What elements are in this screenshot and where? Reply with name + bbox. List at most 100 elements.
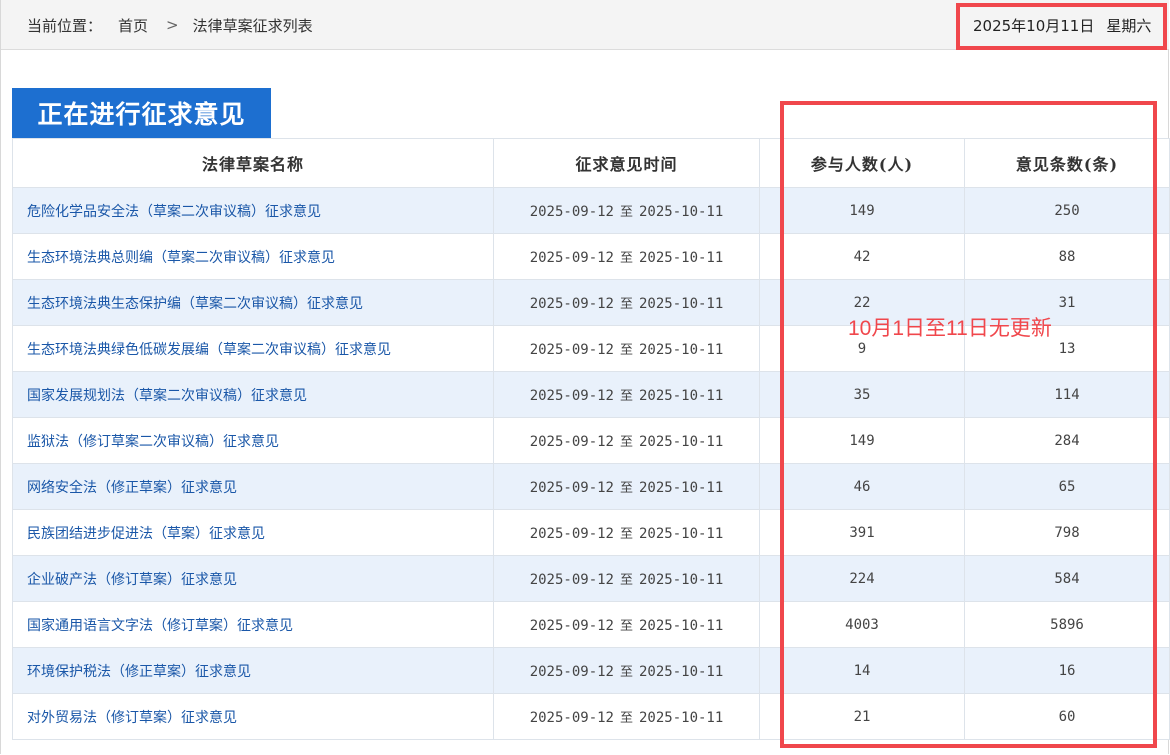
period-to: 至: [619, 389, 633, 404]
draft-law-table: 法律草案名称 征求意见时间 参与人数(人) 意见条数(条) 危险化学品安全法（草…: [12, 138, 1170, 740]
table-row: 国家通用语言文字法（修订草案）征求意见 2025-09-12 至 2025-10-11…: [12, 601, 1170, 648]
draft-link[interactable]: 环境保护税法（修正草案）征求意见: [27, 664, 251, 680]
row-name-cell: 网络安全法（修正草案）征求意见: [12, 463, 494, 510]
row-period-cell: 2025-09-12 至 2025-10-11: [493, 233, 760, 280]
breadcrumb: 当前位置： 首页 > 法律草案征求列表: [27, 0, 313, 50]
draft-link[interactable]: 生态环境法典生态保护编（草案二次审议稿）征求意见: [27, 296, 363, 312]
row-period-cell: 2025-09-12 至 2025-10-11: [493, 187, 760, 234]
period-start: 2025-09-12: [529, 434, 614, 450]
row-name-cell: 生态环境法典生态保护编（草案二次审议稿）征求意见: [12, 279, 494, 326]
table-row: 企业破产法（修订草案）征求意见 2025-09-12 至 2025-10-11 224 5…: [12, 555, 1170, 602]
header-period: 征求意见时间: [493, 138, 760, 188]
date-text: 2025年10月11日: [973, 16, 1095, 35]
period-end: 2025-10-11: [639, 204, 724, 220]
row-name-cell: 国家发展规划法（草案二次审议稿）征求意见: [12, 371, 494, 418]
row-period-cell: 2025-09-12 至 2025-10-11: [493, 601, 760, 648]
row-period-cell: 2025-09-12 至 2025-10-11: [493, 555, 760, 602]
period-end: 2025-10-11: [639, 618, 724, 634]
period-to: 至: [619, 435, 633, 450]
period-start: 2025-09-12: [529, 250, 614, 266]
period-start: 2025-09-12: [529, 710, 614, 726]
period-end: 2025-10-11: [639, 526, 724, 542]
row-people-cell: 35: [759, 371, 965, 418]
row-name-cell: 企业破产法（修订草案）征求意见: [12, 555, 494, 602]
draft-link[interactable]: 民族团结进步促进法（草案）征求意见: [27, 526, 265, 542]
period-to: 至: [619, 297, 633, 312]
draft-link[interactable]: 生态环境法典总则编（草案二次审议稿）征求意见: [27, 250, 335, 266]
period-to: 至: [619, 343, 633, 358]
period-start: 2025-09-12: [529, 618, 614, 634]
row-people-cell: 42: [759, 233, 965, 280]
draft-link[interactable]: 监狱法（修订草案二次审议稿）征求意见: [27, 434, 279, 450]
period-start: 2025-09-12: [529, 664, 614, 680]
breadcrumb-separator-icon: >: [166, 16, 179, 34]
row-opinions-cell: 584: [964, 555, 1170, 602]
period-start: 2025-09-12: [529, 296, 614, 312]
period-end: 2025-10-11: [639, 664, 724, 680]
period-to: 至: [619, 481, 633, 496]
row-opinions-cell: 65: [964, 463, 1170, 510]
current-date: 2025年10月11日 星期六: [973, 0, 1151, 50]
period-to: 至: [619, 711, 633, 726]
top-bar: 当前位置： 首页 > 法律草案征求列表 2025年10月11日 星期六: [1, 0, 1169, 50]
period-start: 2025-09-12: [529, 480, 614, 496]
row-name-cell: 危险化学品安全法（草案二次审议稿）征求意见: [12, 187, 494, 234]
draft-link[interactable]: 国家发展规划法（草案二次审议稿）征求意见: [27, 388, 307, 404]
row-opinions-cell: 250: [964, 187, 1170, 234]
row-period-cell: 2025-09-12 至 2025-10-11: [493, 279, 760, 326]
draft-link[interactable]: 国家通用语言文字法（修订草案）征求意见: [27, 618, 293, 634]
breadcrumb-home-link[interactable]: 首页: [118, 15, 148, 36]
period-to: 至: [619, 665, 633, 680]
draft-link[interactable]: 网络安全法（修正草案）征求意见: [27, 480, 237, 496]
row-opinions-cell: 798: [964, 509, 1170, 556]
row-period-cell: 2025-09-12 至 2025-10-11: [493, 463, 760, 510]
draft-link[interactable]: 危险化学品安全法（草案二次审议稿）征求意见: [27, 204, 321, 220]
row-people-cell: 391: [759, 509, 965, 556]
period-start: 2025-09-12: [529, 204, 614, 220]
row-opinions-cell: 284: [964, 417, 1170, 464]
row-name-cell: 对外贸易法（修订草案）征求意见: [12, 693, 494, 740]
breadcrumb-current: 法律草案征求列表: [192, 16, 313, 35]
table-row: 网络安全法（修正草案）征求意见 2025-09-12 至 2025-10-11 46 65: [12, 463, 1170, 510]
period-start: 2025-09-12: [529, 342, 614, 358]
row-people-cell: 46: [759, 463, 965, 510]
period-end: 2025-10-11: [639, 342, 724, 358]
table-row: 国家发展规划法（草案二次审议稿）征求意见 2025-09-12 至 2025-10-1…: [12, 371, 1170, 418]
row-opinions-cell: 60: [964, 693, 1170, 740]
row-people-cell: 14: [759, 647, 965, 694]
row-people-cell: 224: [759, 555, 965, 602]
table-row: 环境保护税法（修正草案）征求意见 2025-09-12 至 2025-10-11 14 1…: [12, 647, 1170, 694]
period-start: 2025-09-12: [529, 526, 614, 542]
row-people-cell: 149: [759, 417, 965, 464]
period-to: 至: [619, 205, 633, 220]
table-row: 生态环境法典总则编（草案二次审议稿）征求意见 2025-09-12 至 2025-10…: [12, 233, 1170, 280]
table-row: 对外贸易法（修订草案）征求意见 2025-09-12 至 2025-10-11 21 60: [12, 693, 1170, 740]
row-name-cell: 生态环境法典绿色低碳发展编（草案二次审议稿）征求意见: [12, 325, 494, 372]
table-header-row: 法律草案名称 征求意见时间 参与人数(人) 意见条数(条): [12, 138, 1170, 188]
period-end: 2025-10-11: [639, 388, 724, 404]
row-name-cell: 民族团结进步促进法（草案）征求意见: [12, 509, 494, 556]
section-title: 正在进行征求意见: [12, 88, 271, 138]
annotation-note: 10月1日至11日无更新: [848, 317, 1052, 340]
row-period-cell: 2025-09-12 至 2025-10-11: [493, 417, 760, 464]
row-period-cell: 2025-09-12 至 2025-10-11: [493, 693, 760, 740]
period-start: 2025-09-12: [529, 572, 614, 588]
period-end: 2025-10-11: [639, 480, 724, 496]
row-opinions-cell: 88: [964, 233, 1170, 280]
breadcrumb-label: 当前位置：: [27, 16, 103, 35]
period-end: 2025-10-11: [639, 250, 724, 266]
row-people-cell: 4003: [759, 601, 965, 648]
table-row: 民族团结进步促进法（草案）征求意见 2025-09-12 至 2025-10-11 39…: [12, 509, 1170, 556]
period-end: 2025-10-11: [639, 296, 724, 312]
draft-link[interactable]: 生态环境法典绿色低碳发展编（草案二次审议稿）征求意见: [27, 342, 391, 358]
row-opinions-cell: 114: [964, 371, 1170, 418]
row-name-cell: 生态环境法典总则编（草案二次审议稿）征求意见: [12, 233, 494, 280]
draft-link[interactable]: 对外贸易法（修订草案）征求意见: [27, 710, 237, 726]
period-to: 至: [619, 573, 633, 588]
row-opinions-cell: 16: [964, 647, 1170, 694]
draft-link[interactable]: 企业破产法（修订草案）征求意见: [27, 572, 237, 588]
period-end: 2025-10-11: [639, 434, 724, 450]
period-to: 至: [619, 251, 633, 266]
period-start: 2025-09-12: [529, 388, 614, 404]
row-period-cell: 2025-09-12 至 2025-10-11: [493, 325, 760, 372]
